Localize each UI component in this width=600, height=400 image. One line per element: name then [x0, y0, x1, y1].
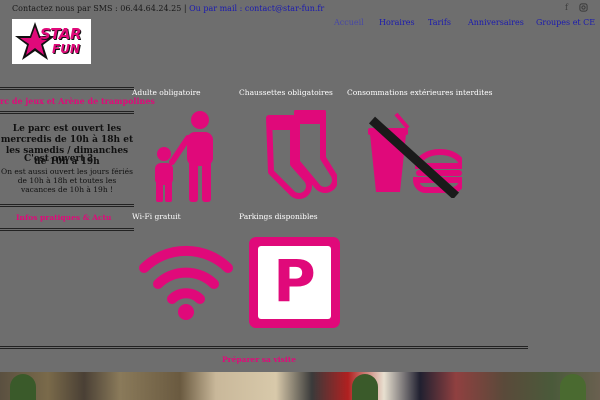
- wifi-caption: Wi-Fi gratuit: [132, 212, 181, 221]
- adult-child-icon: [155, 111, 213, 202]
- nav-groupes-ce[interactable]: Groupes et CE: [536, 18, 595, 27]
- divider: [0, 228, 134, 231]
- prepare-visit-link[interactable]: Préparer sa visite: [222, 355, 296, 364]
- wifi-icon: [139, 245, 233, 320]
- nav-tarifs[interactable]: Tarifs: [428, 18, 451, 27]
- socks-icon: [266, 110, 337, 199]
- sidebar-title: rc de jeux et Arène de trampolines: [0, 96, 155, 106]
- no-outside-food-icon: [368, 112, 462, 198]
- logo[interactable]: STAR FUN: [12, 19, 91, 64]
- divider: [0, 87, 134, 90]
- parking-caption: Parkings disponibles: [239, 212, 318, 221]
- site-header: Contactez nous par SMS : 06.44.64.24.25 …: [0, 0, 600, 72]
- nav-horaires[interactable]: Horaires: [379, 18, 415, 27]
- contact-mail-link[interactable]: Ou par mail : contact@star-fun.fr: [189, 4, 324, 13]
- contact-sms: Contactez nous par SMS : 06.44.64.24.25 …: [12, 4, 187, 13]
- logo-text-star: STAR: [40, 25, 82, 43]
- nav-accueil[interactable]: Accueil: [334, 18, 364, 27]
- venue-photo: [0, 372, 600, 400]
- contact-bar: Contactez nous par SMS : 06.44.64.24.25 …: [12, 4, 324, 13]
- logo-text-fun: FUN: [52, 42, 80, 56]
- holiday-hours: On est aussi ouvert les jours fériés de …: [1, 167, 133, 194]
- no-food-caption: Consommations extérieures interdites: [347, 88, 493, 97]
- divider: [0, 204, 134, 207]
- open-question: C'est ouvert ?: [24, 154, 93, 164]
- divider: [0, 111, 134, 114]
- adult-caption: Adulte obligatoire: [132, 88, 201, 97]
- socks-caption: Chaussettes obligatoires: [239, 88, 333, 97]
- parking-letter: P: [273, 247, 316, 315]
- facebook-icon[interactable]: f: [565, 3, 568, 12]
- infos-link[interactable]: Infos pratiques & Actu: [16, 213, 111, 222]
- nav-anniversaires[interactable]: Anniversaires: [468, 18, 524, 27]
- divider: [0, 346, 528, 349]
- instagram-icon[interactable]: [579, 3, 588, 14]
- parking-icon: P: [249, 237, 340, 328]
